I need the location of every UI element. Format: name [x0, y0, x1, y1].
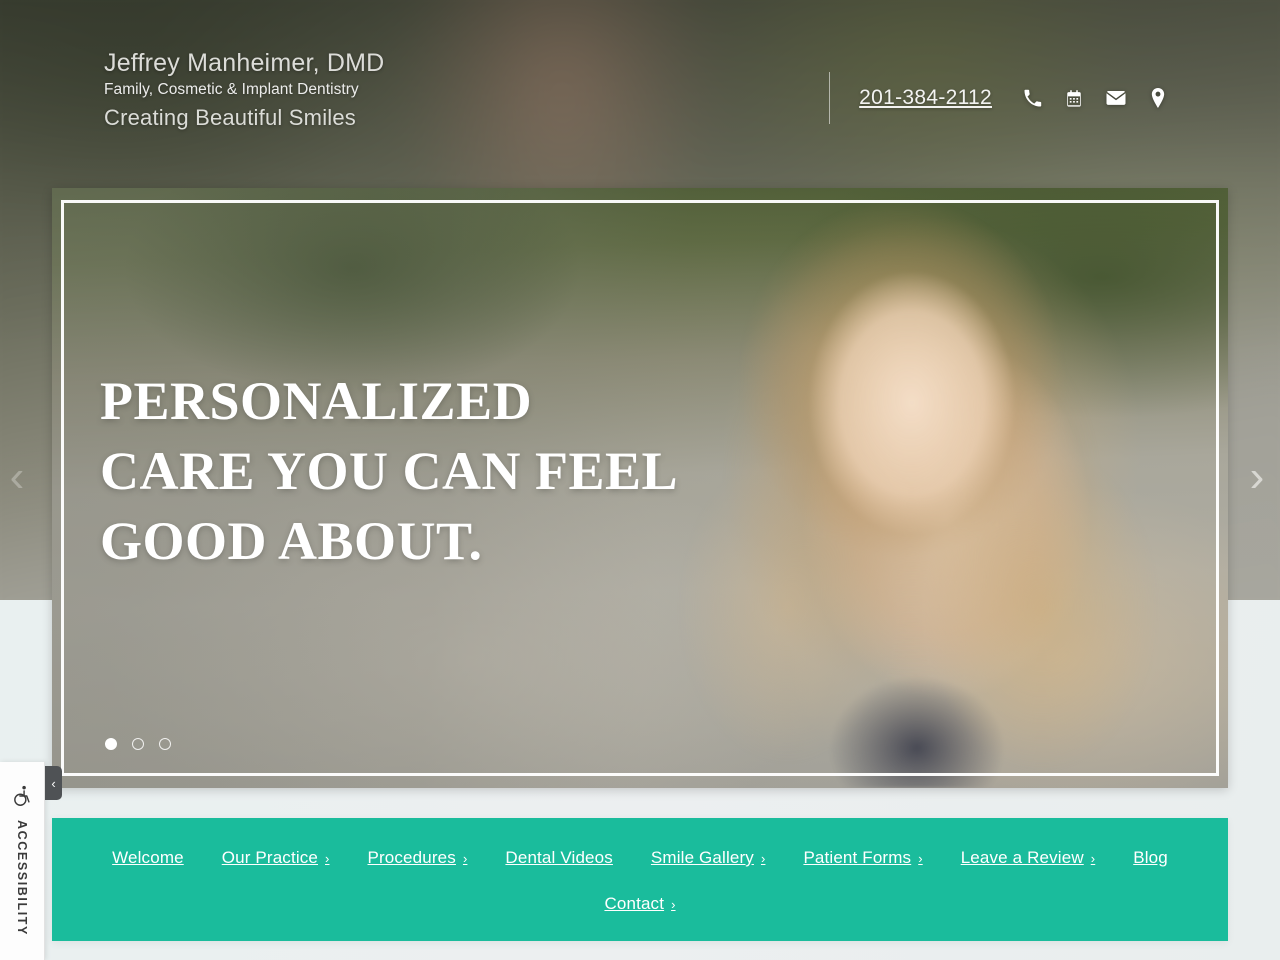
chevron-right-icon: ›	[760, 850, 766, 866]
phone-icon[interactable]	[1022, 87, 1042, 109]
accessibility-panel[interactable]: Accessibility	[0, 762, 45, 960]
slider-dot-3[interactable]	[159, 738, 171, 750]
phone-number-link[interactable]: 201-384-2112	[859, 86, 992, 110]
nav-label-procedures: Procedures	[367, 848, 456, 867]
practice-name: Jeffrey Manheimer, DMD	[104, 49, 385, 77]
nav-item-welcome[interactable]: Welcome	[93, 838, 203, 878]
slide-caption-line-2: CARE YOU CAN FEEL	[100, 441, 679, 501]
slider-prev-arrow-icon[interactable]: ‹	[0, 442, 34, 512]
chevron-right-icon: ›	[325, 850, 330, 866]
slider-pagination-dots	[105, 738, 171, 750]
slide-caption-line-1: PERSONALIZED	[100, 371, 533, 431]
accessibility-collapse-toggle[interactable]: ‹	[45, 766, 62, 800]
brand-block[interactable]: Jeffrey Manheimer, DMD Family, Cosmetic …	[104, 48, 384, 133]
nav-label-patient-forms: Patient Forms	[803, 848, 912, 867]
nav-label-welcome: Welcome	[112, 848, 184, 867]
main-navigation: Welcome Our Practice › Procedures › Dent…	[52, 818, 1228, 941]
nav-label-smile-gallery: Smile Gallery	[650, 848, 754, 867]
header-icon-group	[1022, 87, 1168, 109]
nav-row-secondary: Contact ›	[52, 884, 1228, 924]
slider-dot-1[interactable]	[105, 738, 117, 750]
nav-label-our-practice: Our Practice	[221, 848, 319, 867]
nav-label-blog: Blog	[1133, 848, 1168, 867]
nav-label-leave-a-review: Leave a Review	[960, 848, 1084, 867]
nav-item-dental-videos[interactable]: Dental Videos	[486, 838, 632, 878]
hero-slider: PERSONALIZED CARE YOU CAN FEEL GOOD ABOU…	[52, 188, 1228, 788]
nav-item-smile-gallery[interactable]: Smile Gallery ›	[632, 838, 785, 878]
slider-dot-2[interactable]	[132, 738, 144, 750]
nav-label-dental-videos: Dental Videos	[505, 848, 613, 867]
nav-row-primary: Welcome Our Practice › Procedures › Dent…	[52, 838, 1228, 878]
calendar-icon[interactable]	[1064, 87, 1084, 109]
chevron-right-icon: ›	[1090, 850, 1096, 866]
nav-item-blog[interactable]: Blog	[1114, 838, 1187, 878]
chevron-right-icon: ›	[918, 850, 923, 866]
slider-next-arrow-icon[interactable]: ›	[1240, 442, 1274, 512]
site-header: Jeffrey Manheimer, DMD Family, Cosmetic …	[0, 0, 1280, 180]
header-contact-bar: 201-384-2112	[829, 72, 1168, 124]
map-pin-icon[interactable]	[1148, 87, 1168, 109]
practice-slogan: Creating Beautiful Smiles	[104, 104, 357, 130]
wheelchair-icon	[11, 784, 33, 808]
chevron-right-icon: ›	[671, 896, 676, 912]
slide-caption-line-3: GOOD ABOUT.	[100, 511, 483, 571]
chevron-right-icon: ›	[462, 850, 468, 866]
nav-label-contact: Contact	[604, 894, 665, 913]
nav-item-procedures[interactable]: Procedures ›	[349, 838, 487, 878]
nav-item-contact[interactable]: Contact ›	[585, 884, 694, 924]
nav-item-patient-forms[interactable]: Patient Forms ›	[784, 838, 941, 878]
nav-item-our-practice[interactable]: Our Practice ›	[203, 838, 349, 878]
envelope-icon[interactable]	[1106, 87, 1126, 109]
nav-item-leave-a-review[interactable]: Leave a Review ›	[942, 838, 1115, 878]
slide-caption: PERSONALIZED CARE YOU CAN FEEL GOOD ABOU…	[100, 366, 700, 576]
accessibility-label: Accessibility	[15, 820, 29, 936]
practice-tagline: Family, Cosmetic & Implant Dentistry	[104, 81, 359, 99]
